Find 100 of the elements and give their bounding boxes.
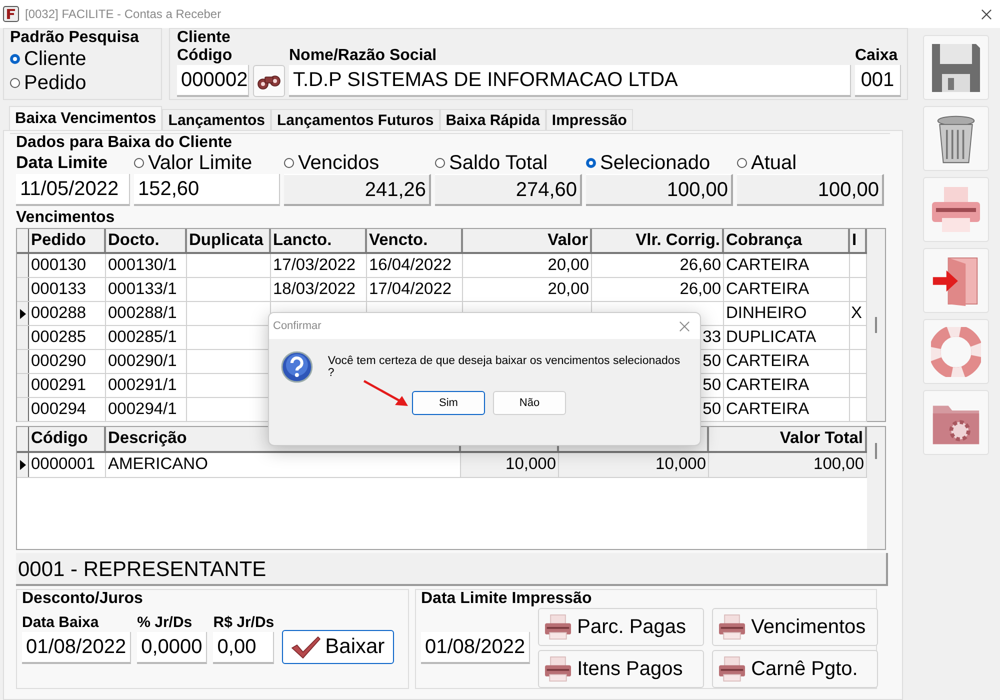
column-header[interactable]: Código xyxy=(31,429,88,447)
tab[interactable]: Lançamentos xyxy=(162,109,271,130)
tab[interactable]: Baixa Rápida xyxy=(440,109,546,130)
table-cell: 16/04/2022 xyxy=(369,256,452,274)
table-cell: 000294/1 xyxy=(108,400,177,418)
sales-rep-label: 0001 - REPRESENTANTE xyxy=(18,558,266,581)
total-field: 274,60 xyxy=(435,174,582,206)
table-cell: 000133 xyxy=(31,280,86,298)
table-cell: 000285 xyxy=(31,328,86,346)
search-button[interactable] xyxy=(253,65,285,97)
input-field[interactable]: 0,0000 xyxy=(137,632,208,664)
row-header-cell[interactable] xyxy=(17,374,29,397)
radio-label[interactable]: Selecionado xyxy=(600,152,710,174)
table-cell: 000294 xyxy=(31,400,86,418)
table-cell: 33 xyxy=(702,328,721,346)
amount-field[interactable]: 152,60 xyxy=(134,174,280,206)
table-cell: 50 xyxy=(702,400,721,418)
close-icon[interactable] xyxy=(981,8,992,20)
question-icon xyxy=(281,351,313,383)
row-header-cell[interactable] xyxy=(17,278,29,301)
total-field: 100,00 xyxy=(586,174,733,206)
column-header[interactable]: Vencto. xyxy=(367,229,463,252)
scrollbar-thumb[interactable] xyxy=(875,317,877,333)
column-header[interactable]: Pedido xyxy=(29,229,106,252)
name-field[interactable]: T.D.P SISTEMAS DE INFORMACAO LTDA xyxy=(289,65,851,97)
print-button[interactable]: Itens Pagos xyxy=(538,650,704,688)
table-cell: CARTEIRA xyxy=(726,280,810,298)
row-pointer-icon xyxy=(20,308,26,318)
tab[interactable]: Impressão xyxy=(546,109,633,130)
total-field: 100,00 xyxy=(737,174,884,206)
dialog-button[interactable]: Sim xyxy=(412,391,485,415)
column-header[interactable]: Duplicata xyxy=(187,229,271,252)
group-title: Desconto/Juros xyxy=(22,590,144,608)
date-field[interactable]: 01/08/2022 xyxy=(421,632,530,664)
row-header-cell[interactable] xyxy=(17,326,29,349)
radio-label[interactable]: Atual xyxy=(751,152,797,174)
table-cell: DINHEIRO xyxy=(726,304,807,322)
table-cell: CARTEIRA xyxy=(726,376,810,394)
save-button[interactable] xyxy=(923,35,989,100)
column-header[interactable]: Descrição xyxy=(108,429,187,447)
radio-button[interactable] xyxy=(10,54,20,64)
cash-register-field[interactable]: 001 xyxy=(855,65,901,97)
dialog-button[interactable]: Não xyxy=(493,391,566,415)
radio-label[interactable]: Saldo Total xyxy=(449,152,548,174)
radio-button[interactable] xyxy=(284,158,294,168)
field-label: % Jr/Ds xyxy=(137,614,194,632)
table-cell: CARTEIRA xyxy=(726,256,810,274)
row-header-cell[interactable] xyxy=(17,254,29,277)
group-title: Cliente xyxy=(177,29,232,47)
date-field[interactable]: 11/05/2022 xyxy=(16,174,130,206)
tab[interactable]: Lançamentos Futuros xyxy=(271,109,440,130)
input-field[interactable]: 0,00 xyxy=(213,632,274,664)
column-header[interactable]: Lancto. xyxy=(271,229,367,252)
radio-label[interactable]: Valor Limite xyxy=(148,152,252,174)
column-header[interactable]: Vlr. Corrig. xyxy=(592,229,724,252)
radio-label[interactable]: Cliente xyxy=(24,47,86,71)
column-header[interactable]: Valor xyxy=(463,229,592,252)
field-label: Nome/Razão Social xyxy=(289,47,438,65)
radio-button[interactable] xyxy=(10,78,20,88)
scrollbar-thumb[interactable] xyxy=(875,443,877,459)
row-header-cell[interactable] xyxy=(17,453,29,477)
tab[interactable]: Baixa Vencimentos xyxy=(9,106,162,130)
radio-button[interactable] xyxy=(737,158,747,168)
row-header-cell[interactable] xyxy=(17,302,29,325)
table-cell: 20,00 xyxy=(548,256,589,274)
table-cell: 0000001 xyxy=(31,455,96,473)
field-label: Código xyxy=(177,47,234,65)
column-header[interactable]: Cobrança xyxy=(724,229,850,252)
radio-button[interactable] xyxy=(435,158,445,168)
write-off-button[interactable]: Baixar xyxy=(282,630,394,664)
printer-icon xyxy=(543,656,574,682)
exit-button[interactable] xyxy=(923,248,989,313)
radio-label[interactable]: Vencidos xyxy=(298,152,380,174)
table-cell: 18/03/2022 xyxy=(273,280,356,298)
delete-button[interactable] xyxy=(923,106,989,171)
radio-label[interactable]: Pedido xyxy=(24,71,86,95)
field-label: R$ Jr/Ds xyxy=(213,614,274,632)
table-cell: 000130 xyxy=(31,256,86,274)
app-logo-icon xyxy=(3,6,19,22)
field-label: Data Limite xyxy=(16,152,109,174)
print-button[interactable] xyxy=(923,177,989,242)
annotation-arrow xyxy=(362,378,410,408)
table-cell: 000291/1 xyxy=(108,376,177,394)
print-button[interactable]: Carnê Pgto. xyxy=(712,650,878,688)
print-button[interactable]: Parc. Pagas xyxy=(538,608,704,646)
total-field: 241,26 xyxy=(284,174,431,206)
table-cell: 26,60 xyxy=(680,256,721,274)
column-header[interactable]: Valor Total xyxy=(780,429,863,447)
window-title: [0032] FACILITE - Contas a Receber xyxy=(25,7,222,21)
input-field[interactable]: 01/08/2022 xyxy=(22,632,132,664)
row-header-cell[interactable] xyxy=(17,350,29,373)
table-cell: 000291 xyxy=(31,376,86,394)
print-button[interactable]: Vencimentos xyxy=(712,608,878,646)
radio-button[interactable] xyxy=(586,158,596,168)
row-header-cell[interactable] xyxy=(17,398,29,421)
column-header[interactable]: Docto. xyxy=(106,229,187,252)
settings-button[interactable] xyxy=(923,390,989,455)
table-cell: 17/04/2022 xyxy=(369,280,452,298)
radio-button[interactable] xyxy=(134,158,144,168)
code-field[interactable]: 000002 xyxy=(177,65,249,97)
